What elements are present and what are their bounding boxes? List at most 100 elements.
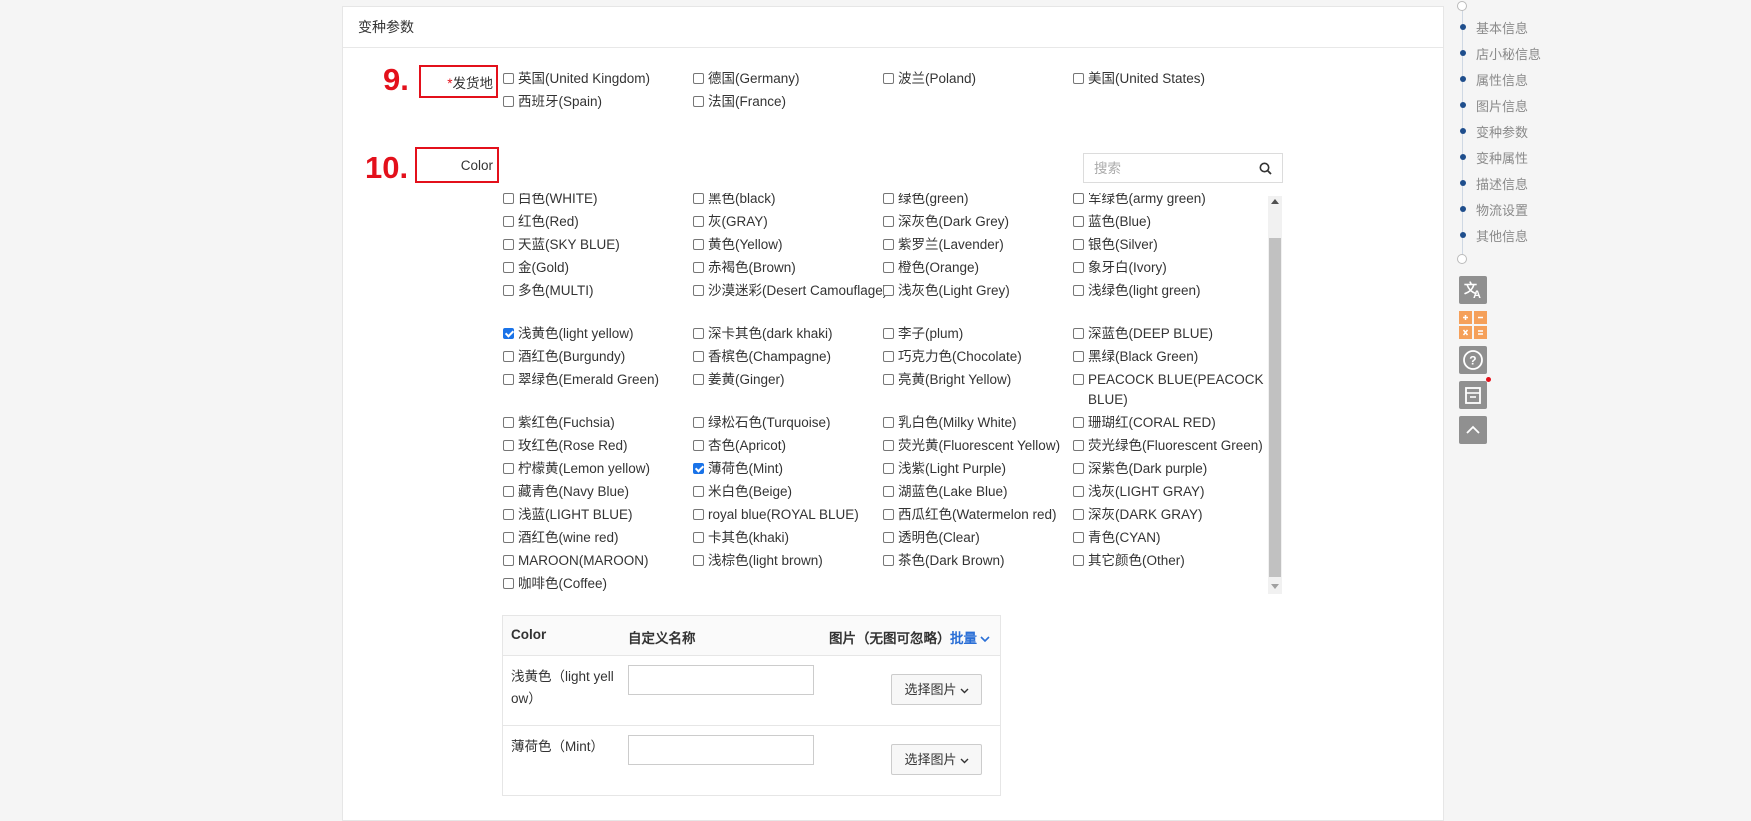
calculator-button[interactable] <box>1459 311 1487 339</box>
checkbox[interactable] <box>503 374 514 385</box>
checkbox-option[interactable]: 杏色(Apricot) <box>692 436 786 456</box>
checkbox-option[interactable]: 浅灰(LIGHT GRAY) <box>1072 482 1205 502</box>
checkbox-option[interactable]: 沙漠迷彩(Desert Camouflage) <box>692 281 894 301</box>
checkbox-option[interactable]: 金(Gold) <box>502 258 569 278</box>
checkbox-option[interactable]: 赤褐色(Brown) <box>692 258 796 278</box>
custom-name-input[interactable] <box>628 665 814 695</box>
checkbox[interactable] <box>693 239 704 250</box>
checkbox[interactable] <box>503 440 514 451</box>
checkbox-option[interactable]: 灰(GRAY) <box>692 212 768 232</box>
side-nav-item[interactable]: 基本信息 <box>1476 18 1528 37</box>
checkbox[interactable] <box>1073 509 1084 520</box>
checkbox[interactable] <box>883 374 894 385</box>
checkbox-option[interactable]: royal blue(ROYAL BLUE) <box>692 505 859 525</box>
checkbox[interactable] <box>883 486 894 497</box>
checkbox[interactable] <box>883 262 894 273</box>
color-search-box[interactable] <box>1083 153 1283 183</box>
checkbox-option[interactable]: 浅绿色(light green) <box>1072 281 1201 301</box>
checkbox-option[interactable]: 波兰(Poland) <box>882 69 976 89</box>
checkbox[interactable] <box>503 96 514 107</box>
checkbox[interactable] <box>503 262 514 273</box>
checkbox[interactable] <box>1073 328 1084 339</box>
checkbox-option[interactable]: 薄荷色(Mint) <box>692 459 783 479</box>
checkbox-option[interactable]: 黄色(Yellow) <box>692 235 783 255</box>
checkbox[interactable] <box>503 463 514 474</box>
side-nav-item[interactable]: 变种属性 <box>1476 148 1528 167</box>
checkbox[interactable] <box>883 417 894 428</box>
checkbox-option[interactable]: 湖蓝色(Lake Blue) <box>882 482 1008 502</box>
checkbox[interactable] <box>883 328 894 339</box>
color-list-scroll-thumb[interactable] <box>1269 238 1281 577</box>
batch-dropdown[interactable]: 批量 <box>950 627 990 647</box>
side-nav-item[interactable]: 其他信息 <box>1476 226 1528 245</box>
checkbox[interactable] <box>693 374 704 385</box>
checkbox-option[interactable]: PEACOCK BLUE(PEACOCK BLUE) <box>1072 370 1274 410</box>
checkbox-option[interactable]: 深灰(DARK GRAY) <box>1072 505 1203 525</box>
checkbox[interactable] <box>693 555 704 566</box>
checkbox[interactable] <box>883 239 894 250</box>
checkbox-option[interactable]: 天蓝(SKY BLUE) <box>502 235 620 255</box>
checkbox-option[interactable]: 咖啡色(Coffee) <box>502 574 607 593</box>
checkbox-option[interactable]: 西瓜红色(Watermelon red) <box>882 505 1057 525</box>
checkbox-option[interactable]: 浅紫(Light Purple) <box>882 459 1006 479</box>
checkbox-option[interactable]: 深蓝色(DEEP BLUE) <box>1072 324 1213 344</box>
checkbox[interactable] <box>503 532 514 543</box>
side-nav-item[interactable]: 变种参数 <box>1476 122 1528 141</box>
checkbox-option[interactable]: MAROON(MAROON) <box>502 551 649 571</box>
checkbox[interactable] <box>883 73 894 84</box>
checkbox[interactable] <box>693 463 704 474</box>
checkbox[interactable] <box>693 193 704 204</box>
checkbox[interactable] <box>1073 486 1084 497</box>
checkbox-option[interactable]: 浅棕色(light brown) <box>692 551 823 571</box>
checkbox[interactable] <box>503 351 514 362</box>
checkbox[interactable] <box>503 216 514 227</box>
checkbox[interactable] <box>1073 73 1084 84</box>
checkbox-option[interactable]: 酒红色(Burgundy) <box>502 347 625 367</box>
checkbox[interactable] <box>503 285 514 296</box>
checkbox[interactable] <box>693 440 704 451</box>
side-nav-item[interactable]: 属性信息 <box>1476 70 1528 89</box>
checkbox-option[interactable]: 红色(Red) <box>502 212 579 232</box>
checkbox[interactable] <box>1073 440 1084 451</box>
checkbox-option[interactable]: 军绿色(army green) <box>1072 193 1206 209</box>
checkbox-option[interactable]: 深紫色(Dark purple) <box>1072 459 1207 479</box>
checkbox[interactable] <box>883 440 894 451</box>
help-button[interactable]: ? <box>1459 346 1487 374</box>
checkbox-option[interactable]: 紫红色(Fuchsia) <box>502 413 615 433</box>
checkbox-option[interactable]: 卡其色(khaki) <box>692 528 789 548</box>
checkbox[interactable] <box>693 328 704 339</box>
checkbox[interactable] <box>1073 193 1084 204</box>
checkbox[interactable] <box>693 216 704 227</box>
checkbox-option[interactable]: 亮黄(Bright Yellow) <box>882 370 1011 390</box>
checkbox-option[interactable]: 橙色(Orange) <box>882 258 979 278</box>
checkbox-option[interactable]: 绿松石色(Turquoise) <box>692 413 831 433</box>
checkbox-option[interactable]: 浅黄色(light yellow) <box>502 324 634 344</box>
checkbox-option[interactable]: 浅蓝(LIGHT BLUE) <box>502 505 633 525</box>
side-nav-item[interactable]: 描述信息 <box>1476 174 1528 193</box>
scroll-to-top-button[interactable] <box>1459 416 1487 444</box>
checkbox[interactable] <box>1073 532 1084 543</box>
checkbox-option[interactable]: 蓝色(Blue) <box>1072 212 1151 232</box>
translate-button[interactable]: 文A <box>1459 276 1487 304</box>
side-nav-item[interactable]: 图片信息 <box>1476 96 1528 115</box>
checkbox[interactable] <box>693 285 704 296</box>
checkbox-option[interactable]: 青色(CYAN) <box>1072 528 1161 548</box>
checkbox-option[interactable]: 美国(United States) <box>1072 69 1205 89</box>
checkbox-option[interactable]: 酒红色(wine red) <box>502 528 619 548</box>
checkbox[interactable] <box>1073 285 1084 296</box>
checkbox[interactable] <box>693 532 704 543</box>
checkbox-option[interactable]: 德国(Germany) <box>692 69 800 89</box>
checkbox[interactable] <box>503 239 514 250</box>
scroll-down-arrow[interactable] <box>1271 584 1279 589</box>
checkbox-option[interactable]: 透明色(Clear) <box>882 528 980 548</box>
checkbox[interactable] <box>693 73 704 84</box>
checkbox[interactable] <box>503 555 514 566</box>
checkbox[interactable] <box>693 262 704 273</box>
checkbox-option[interactable]: 李子(plum) <box>882 324 963 344</box>
checkbox[interactable] <box>1073 555 1084 566</box>
checkbox[interactable] <box>693 96 704 107</box>
checkbox[interactable] <box>503 578 514 589</box>
checkbox-option[interactable]: 西班牙(Spain) <box>502 92 602 112</box>
checkbox-option[interactable]: 藏青色(Navy Blue) <box>502 482 629 502</box>
checkbox[interactable] <box>1073 374 1084 385</box>
